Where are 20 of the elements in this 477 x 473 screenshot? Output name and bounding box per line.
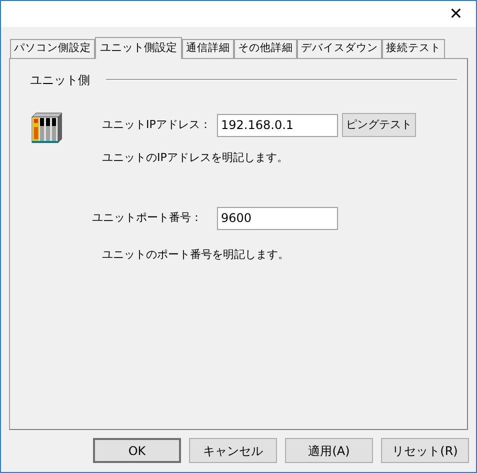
dialog-button[interactable]: キャンセル: [189, 438, 277, 463]
close-button[interactable]: ✕: [436, 1, 476, 27]
tab[interactable]: デバイスダウン: [297, 39, 382, 58]
tab[interactable]: ユニット側設定: [95, 37, 182, 59]
group-title: ユニット側: [30, 72, 90, 89]
port-number-description: ユニットのポート番号を明記します。: [102, 246, 290, 262]
ip-address-description: ユニットのIPアドレスを明記します。: [102, 150, 289, 166]
ip-address-field[interactable]: 192.168.0.1: [217, 114, 338, 136]
plc-unit-icon: [30, 111, 62, 143]
tab[interactable]: 接続テスト: [382, 39, 445, 58]
tab[interactable]: その他詳細: [234, 39, 297, 58]
ping-test-button[interactable]: ピングテスト: [342, 113, 416, 137]
port-number-label: ユニットポート番号：: [92, 210, 203, 226]
dialog-button[interactable]: 適用(A): [285, 438, 373, 463]
dialog-button[interactable]: リセット(R): [381, 438, 469, 463]
tab[interactable]: 通信詳細: [182, 39, 234, 58]
ip-address-label: ユニットIPアドレス：: [102, 116, 212, 133]
tab[interactable]: パソコン側設定: [10, 39, 95, 58]
dialog-button[interactable]: OK: [93, 438, 181, 463]
port-number-field[interactable]: 9600: [217, 206, 338, 230]
